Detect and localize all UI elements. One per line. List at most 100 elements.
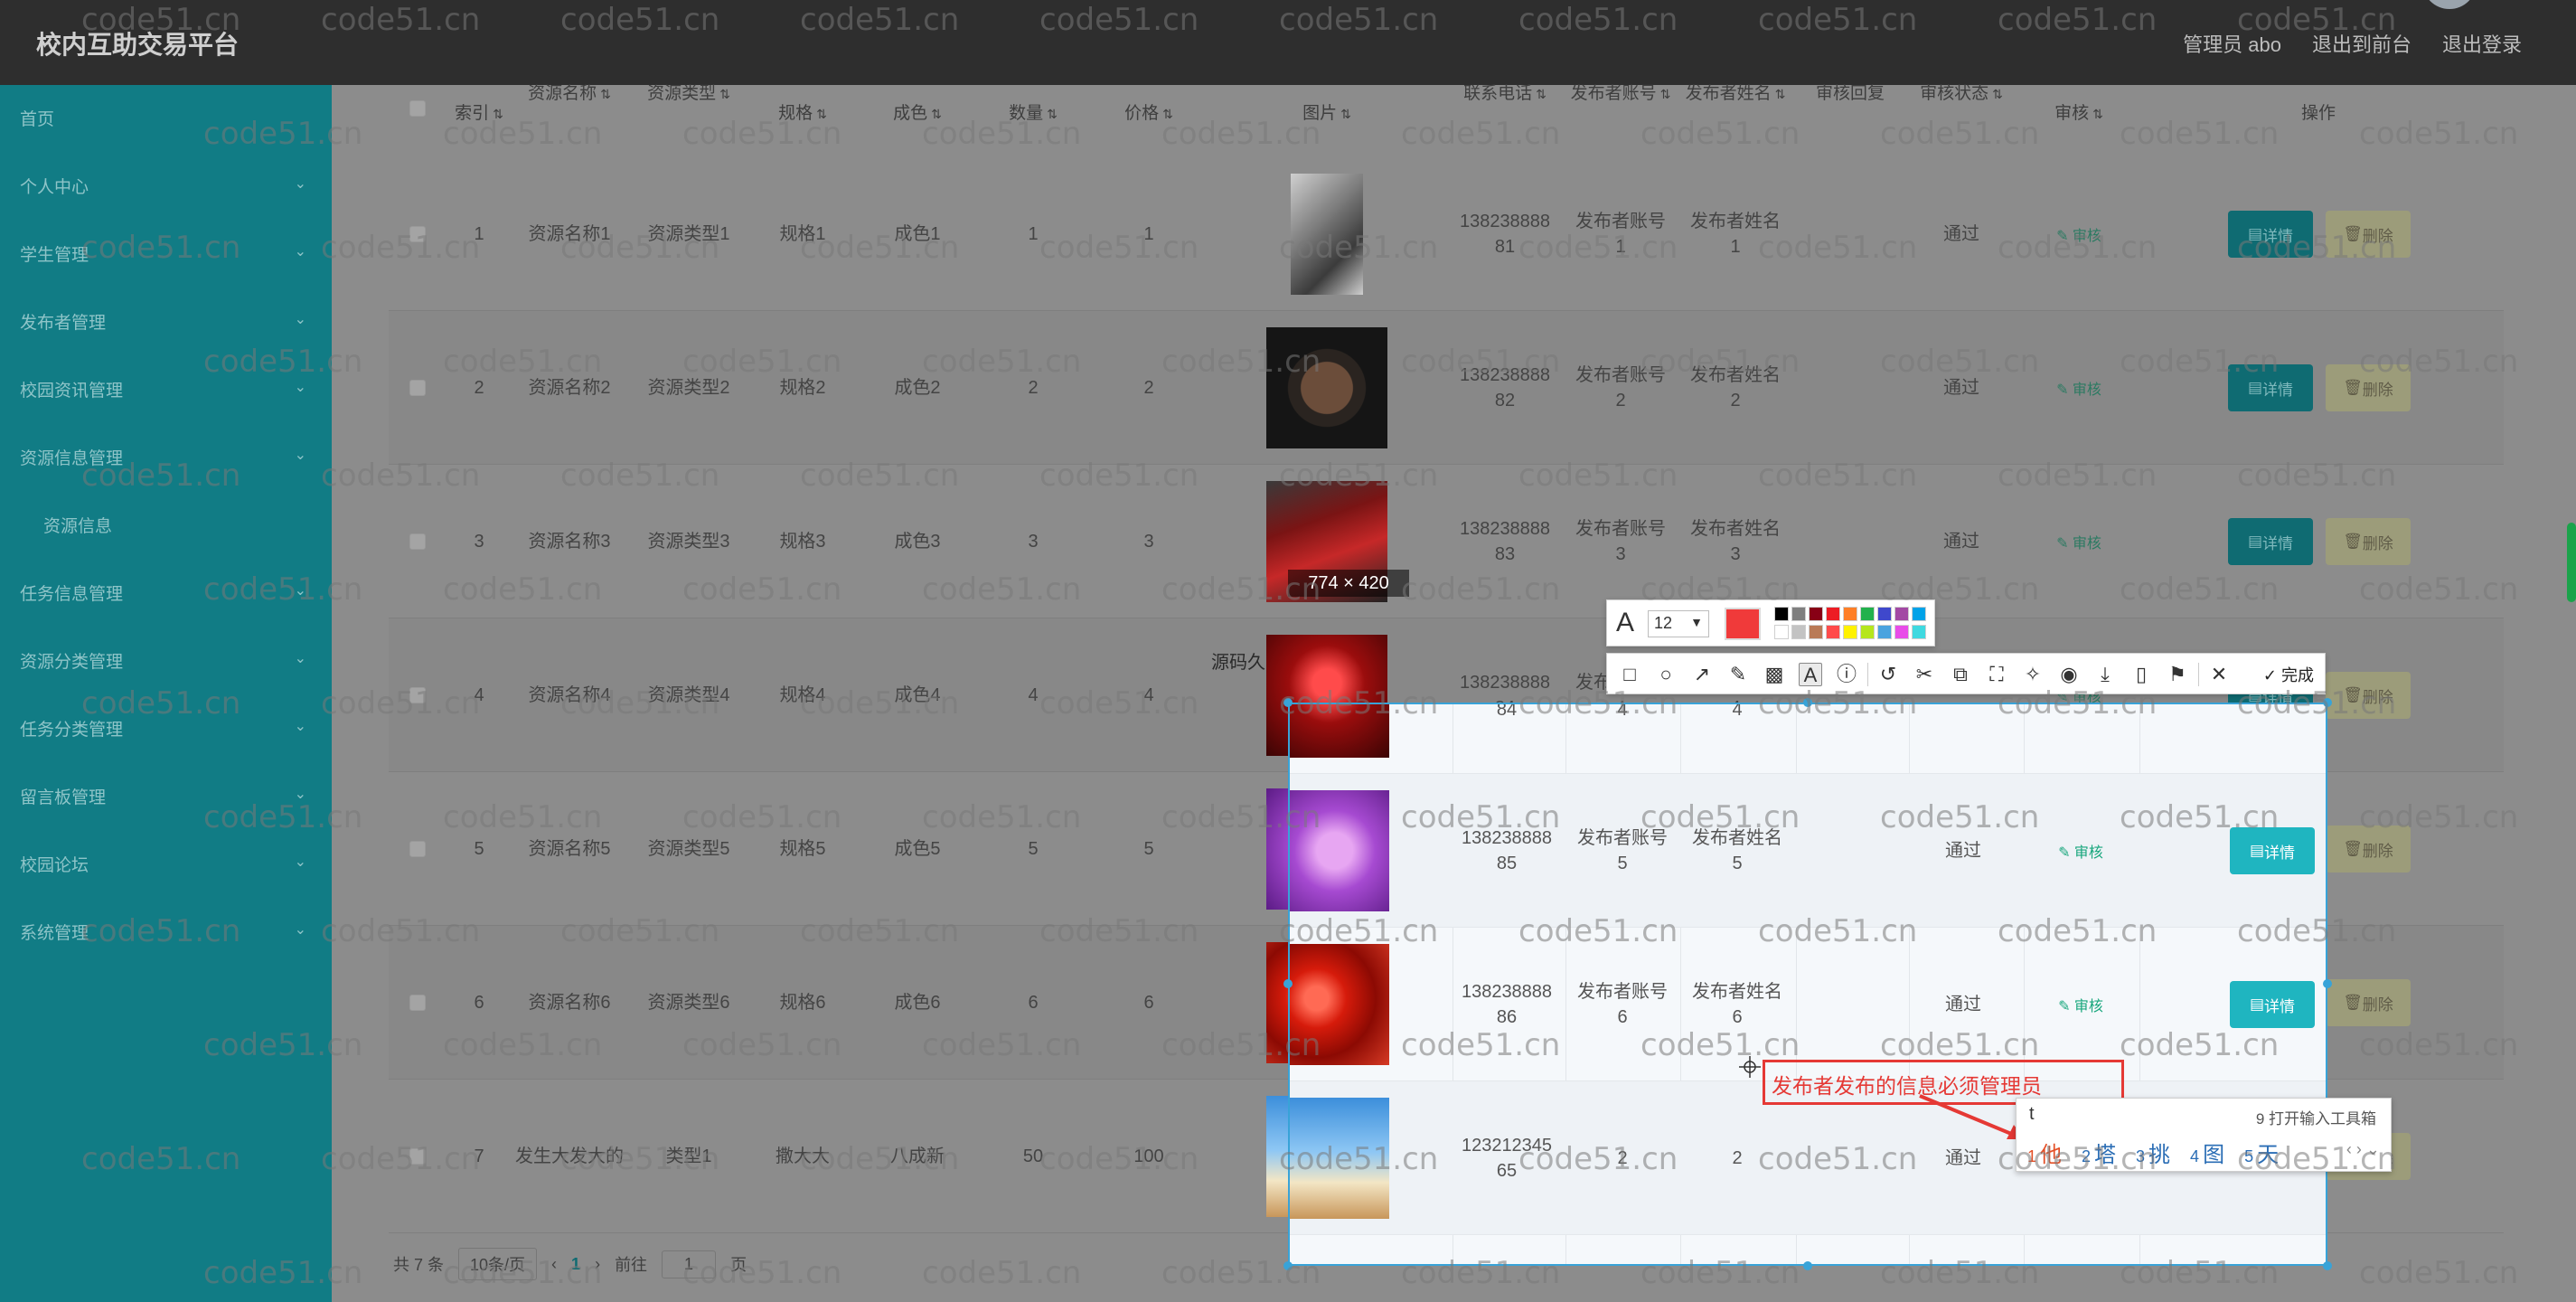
color-swatch[interactable] — [1877, 607, 1892, 621]
detail-button[interactable]: ▤ 详情 — [2230, 827, 2315, 874]
column-header[interactable]: 价格 ⇅ — [1124, 99, 1173, 124]
resource-image[interactable] — [1290, 1098, 1389, 1219]
color-swatch[interactable] — [1774, 607, 1789, 621]
column-header[interactable]: 操作 — [2301, 99, 2336, 124]
color-swatch[interactable] — [1809, 607, 1823, 621]
ocr-icon[interactable]: ⧉ — [1949, 663, 1972, 686]
color-swatch[interactable] — [1894, 607, 1909, 621]
color-swatch[interactable] — [1860, 607, 1875, 621]
detail-button[interactable]: ▤ 详情 — [2228, 211, 2313, 258]
close-icon[interactable]: ✕ — [2207, 663, 2231, 686]
row-checkbox[interactable] — [409, 226, 426, 242]
record-icon[interactable]: ◉ — [2057, 663, 2081, 686]
resource-image[interactable] — [1290, 704, 1389, 758]
current-color-swatch[interactable] — [1725, 608, 1761, 640]
done-button[interactable]: ✓ 完成 — [2263, 663, 2314, 686]
color-swatch[interactable] — [1809, 625, 1823, 639]
sidebar-item-4[interactable]: 校园资讯管理 ⌄ — [0, 371, 332, 407]
color-swatch[interactable] — [1826, 607, 1840, 621]
serial-icon[interactable]: ⓘ — [1835, 663, 1858, 686]
ime-toolbox-link[interactable]: 9 打开输入工具箱 — [2256, 1106, 2376, 1128]
ime-nav[interactable]: ‹ › ⌄ — [2346, 1140, 2380, 1159]
sidebar-item-9[interactable]: 任务分类管理 ⌄ — [0, 710, 332, 746]
arrow-icon[interactable]: ↗ — [1690, 663, 1714, 686]
sidebar-item-5[interactable]: 资源信息管理 ⌄ — [0, 439, 332, 475]
download-icon[interactable]: ⤓ — [2093, 663, 2117, 686]
color-swatch[interactable] — [1791, 607, 1806, 621]
column-header[interactable]: 索引 ⇅ — [455, 99, 503, 124]
undo-icon[interactable]: ↺ — [1876, 663, 1900, 686]
color-swatch[interactable] — [1826, 625, 1840, 639]
pin-icon[interactable]: ✂ — [1913, 663, 1936, 686]
sidebar-item-2[interactable]: 学生管理 ⌄ — [0, 235, 332, 271]
column-header[interactable]: 资源类型 ⇅ — [647, 80, 730, 104]
goto-page-input[interactable]: 1 — [662, 1250, 717, 1278]
column-header[interactable]: 审核状态 ⇅ — [1920, 80, 2003, 104]
next-page-button[interactable]: › — [595, 1255, 600, 1274]
resource-image[interactable] — [1291, 174, 1363, 295]
resource-image[interactable] — [1266, 327, 1387, 448]
ime-candidate[interactable]: 3挑 — [2136, 1137, 2170, 1168]
text-icon[interactable]: A — [1799, 663, 1822, 686]
color-swatch[interactable] — [1912, 607, 1926, 621]
pushpin-icon[interactable]: ✧ — [2021, 663, 2045, 686]
resize-handle[interactable] — [2323, 698, 2332, 707]
sidebar-item-0[interactable]: 首页 — [0, 99, 332, 136]
audit-link[interactable]: ✎ 审核 — [2058, 840, 2103, 862]
detail-button[interactable]: ▤ 详情 — [2228, 364, 2313, 411]
logout-link[interactable]: 退出登录 — [2442, 29, 2522, 58]
ime-candidate[interactable]: 4图 — [2190, 1137, 2224, 1168]
column-header[interactable]: 审核 ⇅ — [2054, 99, 2103, 124]
rect-icon[interactable]: □ — [1618, 663, 1641, 686]
scan-icon[interactable]: ⛶ — [1985, 663, 2008, 686]
delete-button[interactable]: 🗑 删除 — [2326, 979, 2411, 1026]
row-checkbox[interactable] — [409, 841, 426, 857]
resize-handle[interactable] — [1283, 979, 1293, 988]
audit-link[interactable]: ✎ 审核 — [2056, 223, 2101, 245]
row-checkbox[interactable] — [409, 995, 426, 1011]
sidebar-item-8[interactable]: 资源分类管理 ⌄ — [0, 642, 332, 678]
audit-link[interactable]: ✎ 审核 — [2056, 531, 2101, 552]
row-checkbox[interactable] — [409, 380, 426, 396]
column-header[interactable]: 图片 ⇅ — [1302, 99, 1351, 124]
resize-handle[interactable] — [1803, 1261, 1812, 1270]
delete-button[interactable]: 🗑 删除 — [2326, 211, 2411, 258]
detail-button[interactable]: ▤ 详情 — [2230, 981, 2315, 1028]
column-header[interactable]: 发布者姓名 ⇅ — [1686, 80, 1786, 104]
resize-handle[interactable] — [1283, 698, 1293, 707]
ellipse-icon[interactable]: ○ — [1654, 663, 1678, 686]
column-header[interactable]: 资源名称 ⇅ — [528, 80, 611, 104]
current-page[interactable]: 1 — [571, 1255, 580, 1274]
pen-icon[interactable]: ✎ — [1726, 663, 1750, 686]
sidebar-item-11[interactable]: 校园论坛 ⌄ — [0, 845, 332, 882]
screenshot-selection[interactable]: 13823888884发布者账号4发布者姓名413823888885发布者账号5… — [1288, 703, 2327, 1266]
sidebar-item-7[interactable]: 任务信息管理 ⌄ — [0, 574, 332, 610]
row-checkbox[interactable] — [409, 1148, 426, 1165]
avatar[interactable] — [2422, 0, 2477, 9]
column-header[interactable]: 发布者账号 ⇅ — [1571, 80, 1671, 104]
select-all-checkbox[interactable] — [409, 100, 426, 117]
color-swatch[interactable] — [1877, 625, 1892, 639]
color-swatch[interactable] — [1774, 625, 1789, 639]
prev-page-button[interactable]: ‹ — [551, 1255, 557, 1274]
delete-button[interactable]: 🗑 删除 — [2326, 364, 2411, 411]
column-header[interactable]: 规格 ⇅ — [778, 99, 827, 124]
column-header[interactable]: 审核回复 — [1816, 80, 1885, 104]
font-size-select[interactable]: 12 ▼ — [1648, 610, 1709, 637]
color-swatch[interactable] — [1843, 607, 1857, 621]
detail-button[interactable]: ▤ 详情 — [2228, 518, 2313, 565]
delete-button[interactable]: 🗑 删除 — [2326, 672, 2411, 719]
resource-image[interactable] — [1290, 944, 1389, 1065]
sidebar-item-12[interactable]: 系统管理 ⌄ — [0, 913, 332, 949]
resize-handle[interactable] — [2323, 979, 2332, 988]
row-checkbox[interactable] — [409, 533, 426, 550]
scrollbar-thumb[interactable] — [2567, 523, 2576, 602]
phone-icon[interactable]: ▯ — [2129, 663, 2153, 686]
color-swatch[interactable] — [1843, 625, 1857, 639]
sidebar-item-3[interactable]: 发布者管理 ⌄ — [0, 303, 332, 339]
resize-handle[interactable] — [1803, 698, 1812, 707]
sidebar-item-6[interactable]: 资源信息 — [0, 506, 332, 542]
back-to-front-link[interactable]: 退出到前台 — [2312, 29, 2411, 58]
column-header[interactable]: 成色 ⇅ — [893, 99, 942, 124]
color-swatch[interactable] — [1860, 625, 1875, 639]
